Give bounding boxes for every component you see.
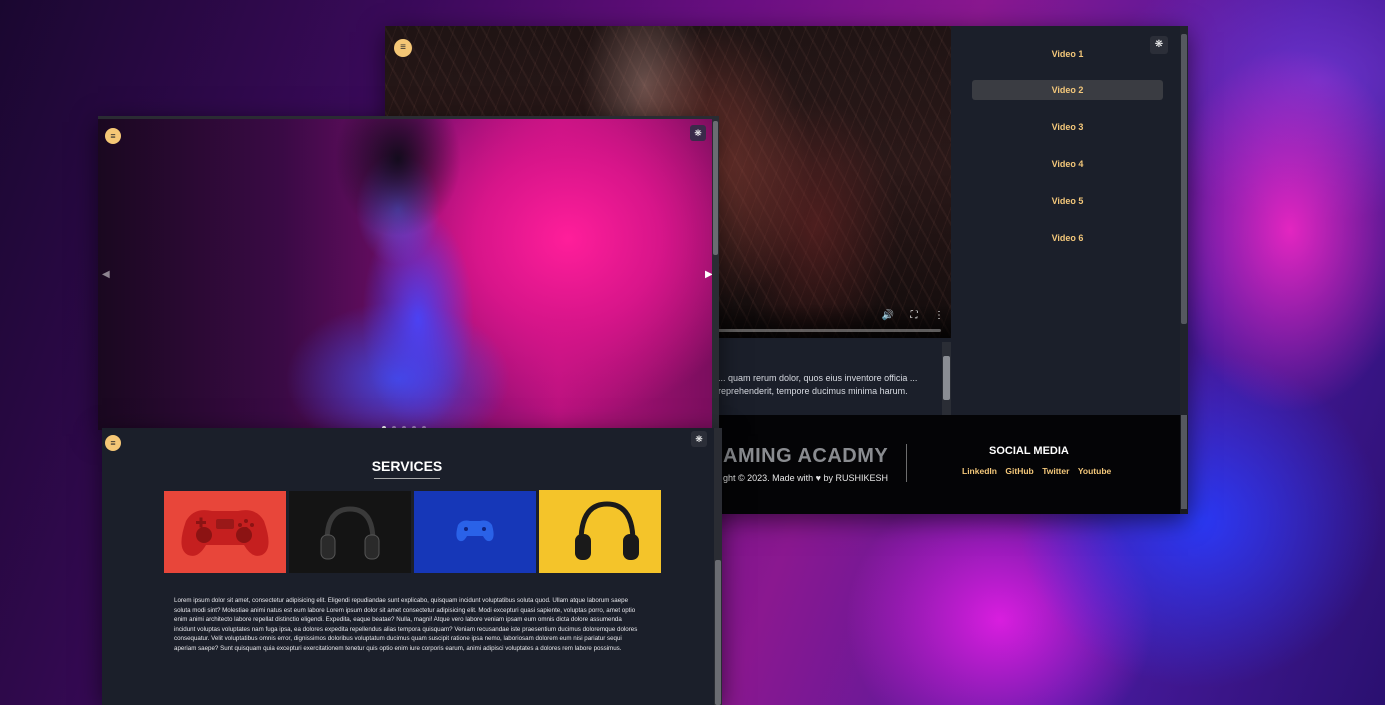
social-link-github[interactable]: GitHub bbox=[1005, 466, 1033, 476]
service-card-black-headphones[interactable] bbox=[289, 491, 411, 573]
social-link-youtube[interactable]: Youtube bbox=[1078, 466, 1111, 476]
gear-icon: ❋ bbox=[1154, 39, 1164, 50]
services-scrollbar[interactable] bbox=[714, 428, 722, 705]
more-vertical-icon[interactable]: ⋮ bbox=[932, 310, 946, 321]
social-links: LinkedIn GitHub Twitter Youtube bbox=[962, 461, 1115, 479]
description-scrollbar[interactable] bbox=[942, 342, 951, 415]
chevron-left-icon[interactable]: ◀ bbox=[102, 269, 110, 280]
settings-button[interactable]: ❋ bbox=[691, 431, 707, 447]
service-card-yellow-headphones[interactable] bbox=[539, 490, 661, 573]
playlist-item-video-2[interactable]: Video 2 bbox=[972, 80, 1163, 100]
blue-gamepad-icon bbox=[414, 491, 536, 573]
social-link-linkedin[interactable]: LinkedIn bbox=[962, 466, 997, 476]
yellow-headphones-icon bbox=[539, 490, 661, 573]
fullscreen-icon[interactable]: ⛶ bbox=[907, 310, 921, 321]
hero-image bbox=[98, 119, 712, 430]
menu-lines-icon: ≡ bbox=[110, 131, 116, 141]
service-card-blue-gamepad[interactable] bbox=[414, 491, 536, 573]
playlist-item-video-4[interactable]: Video 4 bbox=[972, 154, 1163, 174]
menu-button[interactable]: ≡ bbox=[394, 39, 412, 57]
menu-lines-icon: ≡ bbox=[400, 42, 406, 53]
gear-icon: ❋ bbox=[694, 128, 702, 138]
hero-window: ≡ ❋ ◀ ▶ bbox=[98, 116, 719, 430]
playlist-item-video-3[interactable]: Video 3 bbox=[972, 117, 1163, 137]
footer-copyright: ght © 2023. Made with ♥ by RUSHIKESH bbox=[723, 473, 889, 483]
gear-icon: ❋ bbox=[695, 434, 703, 444]
red-gamepad-icon bbox=[164, 491, 286, 573]
volume-icon[interactable]: 🔊 bbox=[881, 310, 895, 321]
services-title-underline bbox=[374, 478, 440, 479]
video-description: ... quam rerum dolor, quos eius inventor… bbox=[718, 373, 918, 396]
black-headphones-icon bbox=[289, 491, 411, 573]
video-window-scrollbar[interactable] bbox=[1180, 26, 1188, 415]
settings-button[interactable]: ❋ bbox=[1150, 36, 1168, 54]
services-title: SERVICES bbox=[371, 458, 443, 474]
playlist-item-video-1[interactable]: Video 1 bbox=[972, 44, 1163, 64]
playlist-item-video-6[interactable]: Video 6 bbox=[972, 228, 1163, 248]
social-media-title: SOCIAL MEDIA bbox=[989, 445, 1069, 457]
menu-lines-icon: ≡ bbox=[110, 438, 116, 448]
footer-scrollbar[interactable] bbox=[1180, 415, 1188, 514]
footer-divider bbox=[906, 444, 907, 482]
menu-button[interactable]: ≡ bbox=[105, 435, 121, 451]
settings-button[interactable]: ❋ bbox=[690, 125, 706, 141]
video-playlist: Video 1 Video 2 Video 3 Video 4 Video 5 … bbox=[951, 26, 1180, 415]
services-description: Lorem ipsum dolor sit amet, consectetur … bbox=[174, 597, 638, 652]
services-window: ≡ ❋ SERVICES Lorem ipsum dolor sit amet,… bbox=[102, 428, 722, 705]
service-card-red-gamepad[interactable] bbox=[164, 491, 286, 573]
hero-scrollbar[interactable] bbox=[712, 119, 719, 430]
playlist-item-video-5[interactable]: Video 5 bbox=[972, 191, 1163, 211]
menu-button[interactable]: ≡ bbox=[105, 128, 121, 144]
footer-brand: AMING ACADMY bbox=[723, 445, 889, 467]
social-link-twitter[interactable]: Twitter bbox=[1042, 466, 1069, 476]
